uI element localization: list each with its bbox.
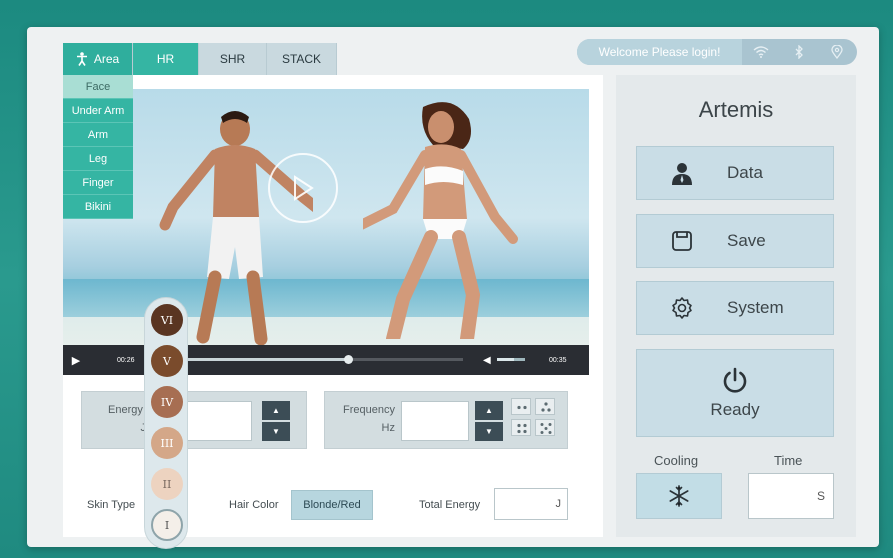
brand-title: Artemis [698,97,774,122]
video-figure-woman [363,102,518,339]
pattern-4dot-button[interactable] [511,419,531,436]
frequency-up-button[interactable]: ▲ [475,401,503,420]
tab-stack[interactable]: STACK [267,43,337,75]
hair-color-button[interactable]: Blonde/Red [291,490,373,520]
skin-type-selector: VI V IV III II I [144,297,188,549]
tab-area-label: Area [93,52,120,66]
save-button-label: Save [727,231,766,250]
system-button[interactable]: System [636,281,834,335]
ready-button[interactable]: Ready [636,349,834,437]
wifi-icon [742,39,780,65]
skin-type-option[interactable]: I [151,509,183,541]
elapsed-time: 00:26 [117,356,135,364]
skin-type-option[interactable]: III [151,427,183,459]
floppy-disk-icon [672,231,692,251]
location-icon [818,39,856,65]
area-menu-item[interactable]: Arm [63,123,133,147]
device-screen: Area HR SHR STACK Welcome Please login! [27,27,879,549]
seek-bar[interactable] [183,355,463,364]
duration-time: 00:35 [549,356,567,364]
frequency-unit: Hz [381,422,395,434]
area-menu-item[interactable]: Bikini [63,195,133,219]
area-menu-item[interactable]: Finger [63,171,133,195]
volume-fill [497,358,514,361]
status-bar: Welcome Please login! [577,39,857,65]
play-overlay-button[interactable] [268,153,338,223]
energy-input[interactable] [180,401,252,441]
time-label: Time [774,453,803,468]
video-player[interactable]: ▶ 00:26 ◀ 00:35 [63,89,589,375]
bluetooth-icon [780,39,818,65]
volume-slider[interactable] [497,358,525,361]
frequency-down-button[interactable]: ▼ [475,422,503,441]
hair-color-label: Hair Color [229,499,279,511]
cooling-label: Cooling [654,453,699,468]
pattern-2dot-button[interactable] [511,398,531,415]
system-button-label: System [727,298,784,317]
frequency-label: Frequency [343,404,395,416]
login-prompt[interactable]: Welcome Please login! [577,39,742,65]
energy-down-button[interactable]: ▼ [262,422,290,441]
skin-type-label: Skin Type [87,499,136,511]
time-field[interactable]: S [748,473,834,519]
energy-stepper[interactable]: ▲ ▼ [262,401,290,441]
mode-tabs: Area HR SHR STACK [63,43,337,75]
cooling-button[interactable] [636,473,722,519]
save-button[interactable]: Save [636,214,834,268]
energy-panel: Energy De J ▲ ▼ [81,391,307,449]
total-energy-field: J [494,488,568,520]
skin-type-option[interactable]: II [151,468,183,500]
area-menu-item[interactable]: Under Arm [63,99,133,123]
frequency-panel: Frequency Hz ▲ ▼ [324,391,568,449]
total-energy-unit: J [555,498,562,510]
tab-hr[interactable]: HR [133,43,199,75]
snowflake-icon [669,485,689,507]
frequency-input[interactable] [401,401,469,441]
seek-handle[interactable] [344,355,354,364]
ready-button-label: Ready [710,400,760,419]
video-controls: ▶ 00:26 ◀ 00:35 [63,345,589,375]
frequency-stepper[interactable]: ▲ ▼ [475,401,503,441]
tab-area[interactable]: Area [63,43,133,75]
skin-type-option[interactable]: VI [151,304,183,336]
skin-type-option[interactable]: V [151,345,183,377]
area-menu-item[interactable]: Leg [63,147,133,171]
area-menu-item[interactable]: Face [63,75,133,99]
pattern-5dot-button[interactable] [535,419,555,436]
time-unit: S [816,489,825,503]
data-button-label: Data [727,163,763,182]
pattern-grid [511,398,555,436]
tab-shr[interactable]: SHR [199,43,267,75]
volume-icon[interactable]: ◀ [483,355,491,366]
skin-type-option[interactable]: IV [151,386,183,418]
user-icon [672,163,692,185]
total-energy-label: Total Energy [419,499,481,511]
energy-up-button[interactable]: ▲ [262,401,290,420]
gear-icon [672,297,692,319]
energy-unit: J [90,422,147,434]
data-button[interactable]: Data [636,146,834,200]
area-menu: Face Under Arm Arm Leg Finger Bikini [63,75,133,219]
power-icon [723,367,747,393]
pattern-3dot-button[interactable] [535,398,555,415]
person-icon [76,52,87,66]
control-sidebar: Artemis Data Save System Ready Cooling T… [616,75,856,537]
play-icon [294,175,314,201]
seek-fill [183,358,349,361]
play-button[interactable]: ▶ [63,354,89,367]
